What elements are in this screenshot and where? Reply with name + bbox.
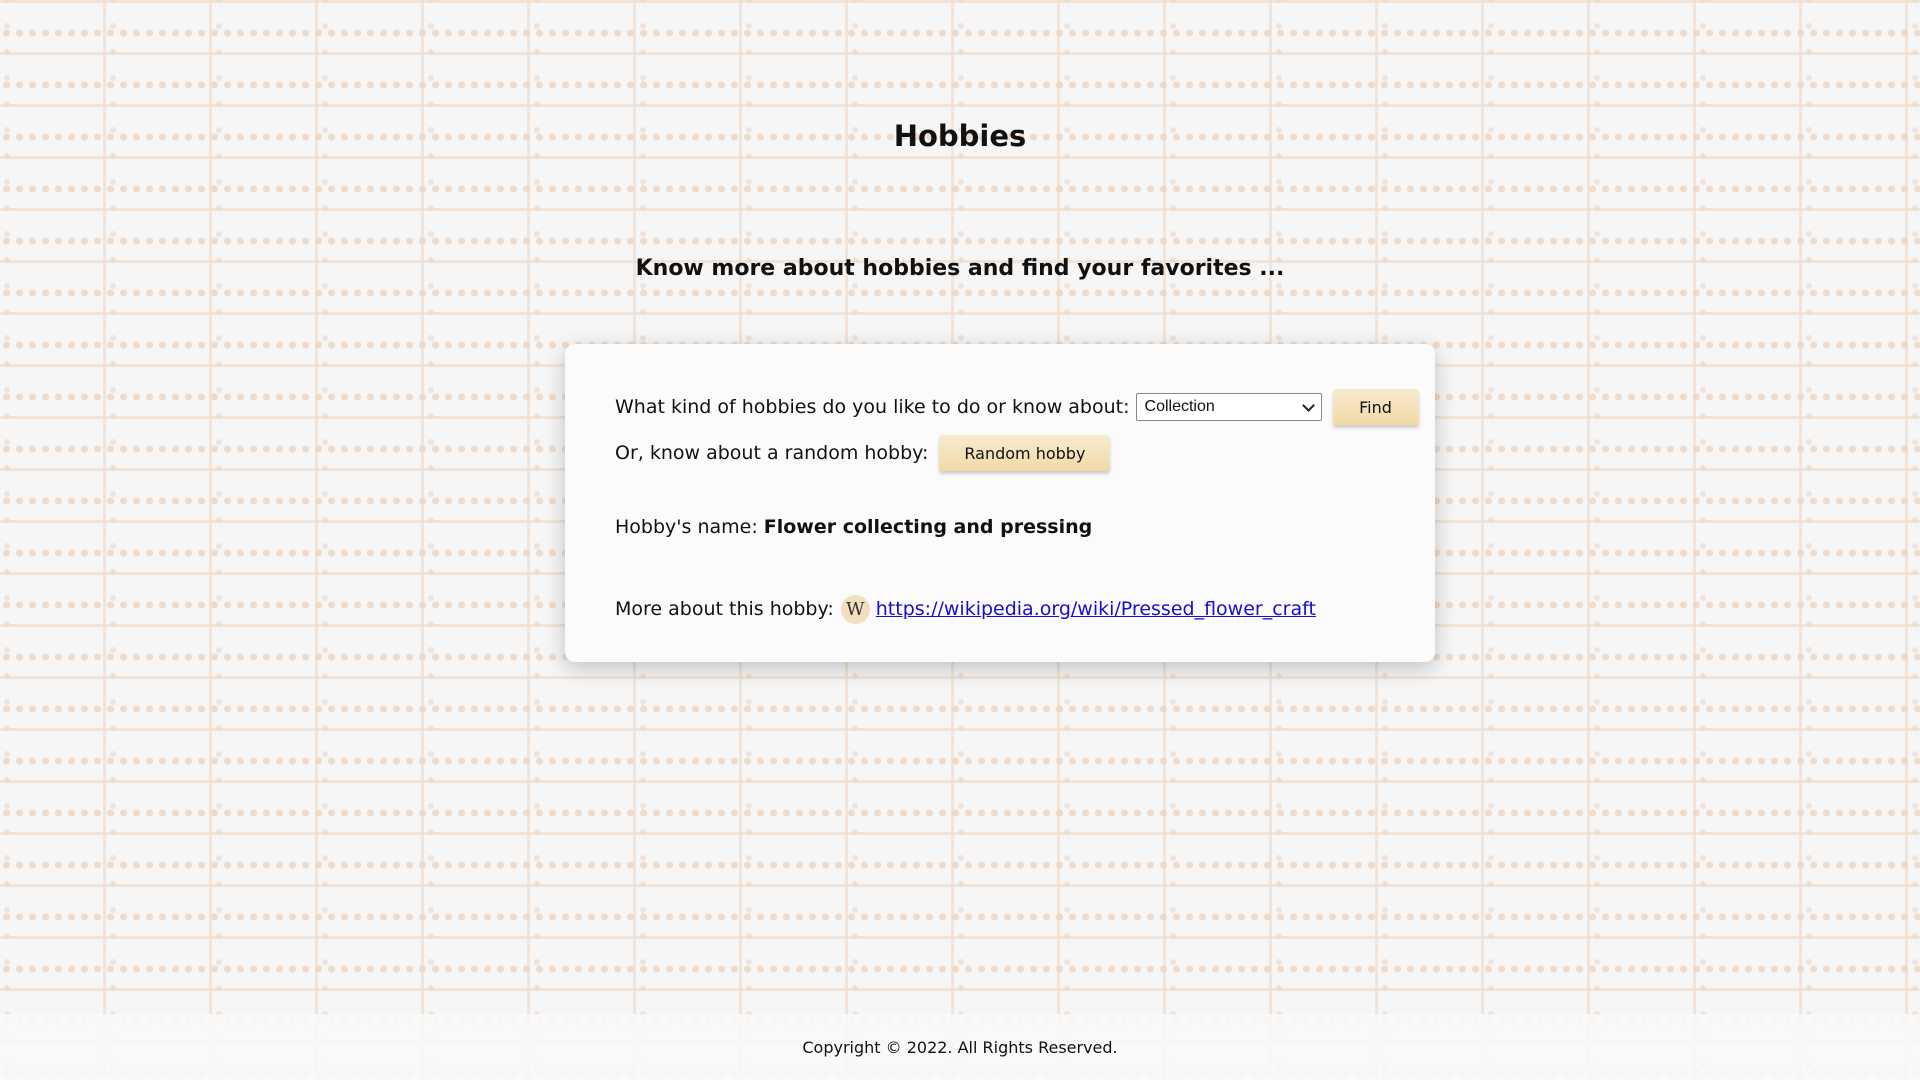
random-hobby-label: Or, know about a random hobby: — [615, 442, 929, 464]
page-tagline: Know more about hobbies and find your fa… — [635, 256, 1285, 281]
copyright-text: Copyright © 2022. All Rights Reserved. — [802, 1038, 1118, 1057]
page-title: Hobbies — [893, 119, 1027, 153]
category-selected-value: Collection — [1144, 398, 1215, 415]
hobby-name-row: Hobby's name: Flower collecting and pres… — [615, 510, 1092, 544]
random-hobby-row: Or, know about a random hobby: Random ho… — [615, 435, 1111, 471]
wikipedia-icon: W — [840, 594, 870, 624]
hobby-finder-card: What kind of hobbies do you like to do o… — [565, 344, 1435, 662]
category-search-row: What kind of hobbies do you like to do o… — [615, 389, 1419, 425]
hobby-name-value: Flower collecting and pressing — [763, 516, 1093, 538]
hobby-name-label: Hobby's name: — [615, 516, 758, 538]
more-info-row: More about this hobby: W https://wikiped… — [615, 592, 1316, 626]
category-select[interactable]: Collection — [1135, 393, 1322, 421]
wikipedia-icon-glyph: W — [846, 598, 865, 620]
chevron-down-icon — [1301, 398, 1315, 412]
more-info-label: More about this hobby: — [615, 598, 834, 620]
wikipedia-link[interactable]: https://wikipedia.org/wiki/Pressed_flowe… — [876, 598, 1316, 620]
find-button[interactable]: Find — [1332, 389, 1419, 425]
random-hobby-button[interactable]: Random hobby — [939, 435, 1111, 471]
category-question-label: What kind of hobbies do you like to do o… — [615, 396, 1130, 418]
